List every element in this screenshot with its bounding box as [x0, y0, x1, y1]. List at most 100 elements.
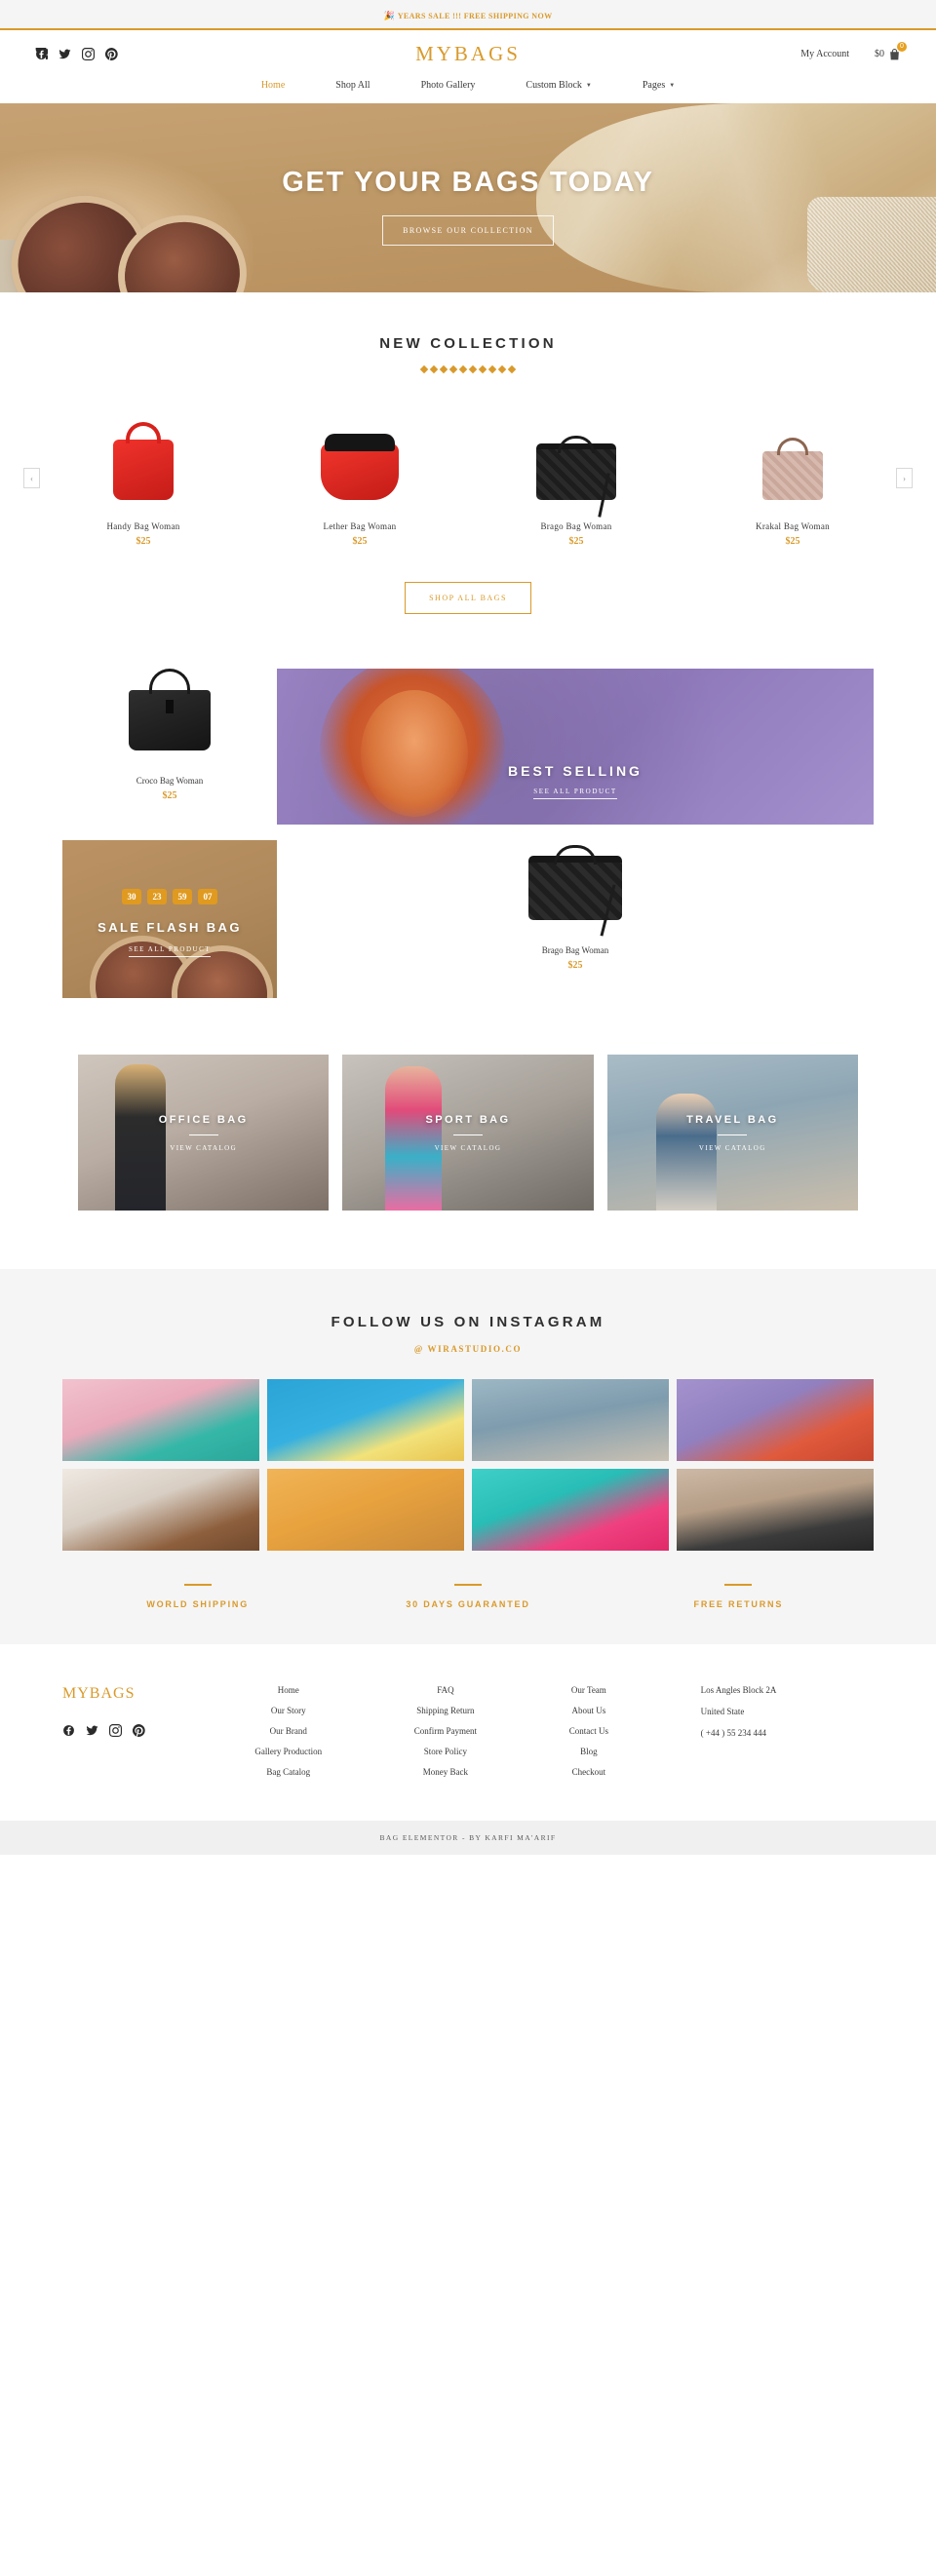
nav-item-home[interactable]: Home [236, 80, 310, 91]
instagram-tile[interactable] [472, 1379, 669, 1461]
divider [183, 1584, 212, 1586]
twitter-icon[interactable] [86, 1724, 98, 1737]
pinterest-icon[interactable] [105, 48, 118, 60]
instagram-tile[interactable] [677, 1469, 874, 1551]
product-name: Handy Bag Woman [106, 521, 180, 531]
diamond-icon [419, 365, 429, 374]
diamond-icon [488, 365, 497, 374]
product-card[interactable]: Krakal Bag Woman $25 [684, 398, 901, 547]
announcement-bar: 🎉 YEARS SALE !!! FREE SHIPPING NOW [0, 0, 936, 30]
product-name: Krakal Bag Woman [756, 521, 830, 531]
usp-label: FREE RETURNS [693, 1599, 784, 1609]
footer-link[interactable]: Home [254, 1685, 322, 1695]
product-card[interactable]: Lether Bag Woman $25 [252, 398, 468, 547]
footer-link[interactable]: Gallery Production [254, 1747, 322, 1756]
divider [453, 1584, 482, 1586]
see-all-product-label: SEE ALL PRODUCT [128, 945, 212, 957]
diamond-divider [0, 365, 936, 374]
footer-link[interactable]: Confirm Payment [414, 1726, 477, 1736]
handbag-quilted-shape [528, 845, 622, 937]
product-card[interactable]: Handy Bag Woman $25 [35, 398, 252, 547]
header-actions: My Account $0 0 [716, 41, 907, 61]
facebook-icon[interactable] [62, 1724, 75, 1737]
diamond-icon [478, 365, 488, 374]
footer-link[interactable]: Shipping Return [414, 1706, 477, 1715]
countdown-hours: 23 [147, 889, 167, 904]
instagram-handle[interactable]: @ WIRASTUDIO.CO [0, 1344, 936, 1354]
address-line: United State [700, 1707, 745, 1716]
product-price: $25 [567, 960, 583, 971]
best-selling-banner[interactable]: BEST SELLING SEE ALL PRODUCT [277, 669, 874, 825]
product-list: Handy Bag Woman $25 Lether Bag Woman $25… [35, 398, 901, 547]
section-title: NEW COLLECTION [379, 335, 557, 352]
nav-item-photo-gallery[interactable]: Photo Gallery [396, 80, 501, 91]
usp-world-shipping: WORLD SHIPPING [62, 1584, 332, 1609]
page-root: 🎉 YEARS SALE !!! FREE SHIPPING NOW MYBAGS… [0, 0, 936, 1855]
footer-link[interactable]: Contact Us [569, 1726, 608, 1736]
new-collection-section: NEW COLLECTION ‹ › Handy Bag Woman $25 L… [0, 292, 936, 614]
carousel-prev-button[interactable]: ‹ [23, 468, 40, 488]
view-catalog-link[interactable]: VIEW CATALOG [170, 1144, 237, 1152]
footer-link[interactable]: Our Story [254, 1706, 322, 1715]
diamond-icon [439, 365, 448, 374]
category-sport-bag[interactable]: SPORT BAG VIEW CATALOG [342, 1055, 594, 1211]
footer-link[interactable]: Our Team [569, 1685, 608, 1695]
instagram-tile[interactable] [267, 1469, 464, 1551]
footer-link[interactable]: Bag Catalog [254, 1767, 322, 1777]
instagram-tile[interactable] [62, 1469, 259, 1551]
brago-product-card[interactable]: Brago Bag Woman $25 [277, 840, 874, 998]
diamond-icon [507, 365, 517, 374]
nav-item-custom-block[interactable]: Custom Block ▼ [500, 80, 616, 91]
product-card[interactable]: Brago Bag Woman $25 [468, 398, 684, 547]
divider [718, 1134, 748, 1135]
footer-link[interactable]: Store Policy [414, 1747, 477, 1756]
instagram-tile[interactable] [62, 1379, 259, 1461]
usp-free-returns: FREE RETURNS [604, 1584, 874, 1609]
instagram-icon[interactable] [109, 1724, 122, 1737]
nav-item-shop-all[interactable]: Shop All [310, 80, 395, 91]
sale-flash-banner[interactable]: 30 23 59 07 SALE FLASH BAG SEE ALL PRODU… [62, 840, 277, 998]
address-line: Los Angles Block 2A [700, 1685, 777, 1695]
footer-brand-column: MYBAGS [62, 1685, 209, 1788]
cart-icon[interactable]: 0 [888, 41, 907, 61]
view-catalog-link[interactable]: VIEW CATALOG [435, 1144, 502, 1152]
browse-collection-button[interactable]: BROWSE OUR COLLECTION [382, 214, 554, 246]
footer-link[interactable]: Our Brand [254, 1726, 322, 1736]
footer-link[interactable]: FAQ [414, 1685, 477, 1695]
instagram-tile[interactable] [267, 1379, 464, 1461]
footer-social-links [62, 1724, 209, 1737]
countdown-timer: 30 23 59 07 [62, 840, 277, 904]
footer-link[interactable]: About Us [569, 1706, 608, 1715]
cart-widget[interactable]: $0 0 [875, 41, 907, 61]
twitter-icon[interactable] [58, 48, 71, 60]
instagram-tile[interactable] [472, 1469, 669, 1551]
banner-title: BEST SELLING [508, 763, 643, 779]
category-overlay: TRAVEL BAG VIEW CATALOG [607, 1055, 858, 1211]
croco-product-card[interactable]: Croco Bag Woman $25 [62, 669, 277, 825]
view-catalog-link[interactable]: VIEW CATALOG [699, 1144, 766, 1152]
divider [188, 1134, 218, 1135]
shop-all-bags-button[interactable]: SHOP ALL BAGS [405, 582, 531, 614]
category-travel-bag[interactable]: TRAVEL BAG VIEW CATALOG [606, 1055, 858, 1211]
footer-logo[interactable]: MYBAGS [62, 1685, 209, 1703]
handbag-tote-shape [129, 669, 211, 750]
see-all-product-link[interactable]: SEE ALL PRODUCT [533, 788, 617, 799]
copyright-bar: BAG ELEMENTOR - BY KARFI MA'ARIF [0, 1821, 936, 1855]
nav-item-pages[interactable]: Pages ▼ [617, 80, 700, 91]
footer-link[interactable]: Money Back [414, 1767, 477, 1777]
carousel-next-button[interactable]: › [896, 468, 913, 488]
instagram-tile[interactable] [677, 1379, 874, 1461]
footer-link[interactable]: Blog [569, 1747, 608, 1756]
product-price: $25 [136, 536, 151, 547]
footer-link[interactable]: Checkout [569, 1767, 608, 1777]
see-all-product-link[interactable]: SEE ALL PRODUCT [62, 945, 277, 957]
facebook-icon[interactable] [35, 48, 48, 60]
header-social-links [35, 48, 220, 60]
category-office-bag[interactable]: OFFICE BAG VIEW CATALOG [78, 1055, 330, 1211]
pinterest-icon[interactable] [133, 1724, 145, 1737]
party-popper-icon: 🎉 [383, 11, 395, 20]
instagram-icon[interactable] [82, 48, 95, 60]
my-account-link[interactable]: My Account [800, 49, 849, 59]
site-logo[interactable]: MYBAGS [220, 42, 716, 66]
product-image [478, 398, 675, 518]
